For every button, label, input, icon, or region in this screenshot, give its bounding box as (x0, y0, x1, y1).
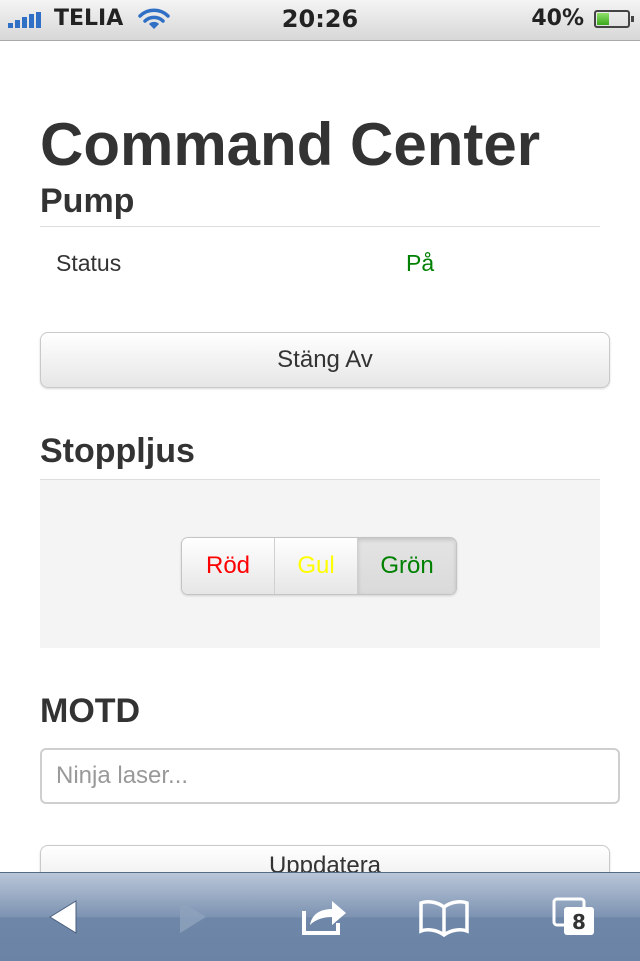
status-bar: TELIA 20:26 40% (0, 0, 640, 41)
battery-percent: 40% (531, 6, 584, 31)
back-arrow-icon[interactable] (24, 873, 104, 961)
stoppljus-panel: Röd Gul Grön (40, 479, 600, 648)
pump-heading: Pump (40, 182, 135, 220)
red-light-button[interactable]: Röd (182, 538, 275, 594)
page-title: Command Center (40, 111, 541, 178)
pump-status-label: Status (56, 250, 122, 276)
motd-input[interactable] (40, 748, 620, 804)
browser-toolbar: 8 (0, 872, 640, 961)
battery-icon (594, 10, 634, 28)
yellow-light-button[interactable]: Gul (275, 538, 358, 594)
motd-heading: MOTD (40, 692, 141, 730)
tab-count: 8 (572, 910, 586, 934)
pump-status-value: På (406, 250, 435, 276)
forward-arrow-icon[interactable] (152, 873, 232, 961)
green-light-button[interactable]: Grön (358, 538, 456, 594)
share-icon[interactable] (284, 873, 364, 961)
pump-divider (40, 226, 600, 227)
turn-off-button[interactable]: Stäng Av (40, 332, 610, 388)
tabs-icon[interactable]: 8 (534, 873, 614, 961)
bookmarks-icon[interactable] (404, 873, 484, 961)
traffic-light-button-group: Röd Gul Grön (181, 537, 457, 595)
stoppljus-heading: Stoppljus (40, 432, 195, 470)
